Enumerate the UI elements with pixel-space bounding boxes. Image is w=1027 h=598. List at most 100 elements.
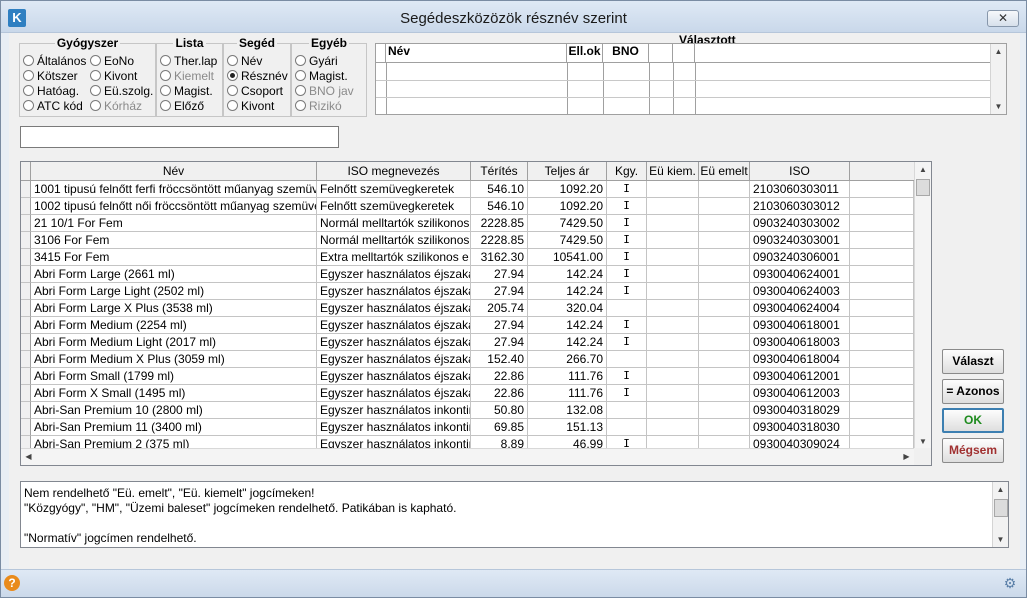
radio-indicator[interactable]: [160, 100, 171, 111]
radio-indicator-selected[interactable]: [227, 70, 238, 81]
table-row[interactable]: 1002 tipusú felnőtt női fröccsöntött műa…: [21, 198, 914, 215]
radio-indicator[interactable]: [227, 100, 238, 111]
radio-indicator[interactable]: [295, 55, 306, 66]
radio-indicator[interactable]: [23, 70, 34, 81]
column-header-blank-2[interactable]: [673, 44, 695, 62]
radio-hatoag[interactable]: Hatóag.: [23, 84, 79, 99]
row-indicator[interactable]: [21, 351, 31, 368]
row-indicator[interactable]: [21, 419, 31, 436]
scroll-up-arrow-icon[interactable]: ▲: [915, 162, 931, 177]
table-row[interactable]: Abri Form Medium Light (2017 ml) Egyszer …: [21, 334, 914, 351]
radio-indicator[interactable]: [23, 85, 34, 96]
column-header-nev[interactable]: Név: [31, 162, 317, 181]
selected-row[interactable]: [376, 97, 991, 98]
row-indicator[interactable]: [21, 266, 31, 283]
notes-vertical-scrollbar[interactable]: ▲ ▼: [992, 482, 1008, 547]
notes-box[interactable]: Nem rendelhető "Eü. emelt", "Eü. kiemelt…: [20, 481, 1009, 548]
close-button[interactable]: ✕: [987, 10, 1019, 27]
table-row[interactable]: Abri Form Medium (2254 ml) Egyszer haszná…: [21, 317, 914, 334]
scroll-left-arrow-icon[interactable]: ◀: [21, 449, 36, 464]
radio-indicator[interactable]: [160, 85, 171, 96]
search-input[interactable]: [20, 126, 339, 148]
radio-indicator[interactable]: [90, 85, 101, 96]
table-row[interactable]: Abri Form Medium X Plus (3059 ml) Egyszer…: [21, 351, 914, 368]
selected-vertical-scrollbar[interactable]: ▲ ▼: [990, 44, 1006, 114]
radio-indicator[interactable]: [227, 85, 238, 96]
radio-altalanos[interactable]: Általános: [23, 54, 86, 69]
table-row[interactable]: 3106 For Fem Normál melltartók szilikonos…: [21, 232, 914, 249]
radio-indicator[interactable]: [160, 55, 171, 66]
radio-indicator[interactable]: [23, 100, 34, 111]
scroll-down-arrow-icon[interactable]: ▼: [993, 532, 1008, 547]
table-row[interactable]: Abri Form Large X Plus (3538 ml) Egyszer …: [21, 300, 914, 317]
row-indicator[interactable]: [21, 300, 31, 317]
radio-indicator[interactable]: [90, 70, 101, 81]
azonos-button[interactable]: = Azonos: [942, 379, 1004, 404]
table-row[interactable]: 1001 tipusú felnőtt ferfi fröccsöntött m…: [21, 181, 914, 198]
radio-kotszer[interactable]: Kötszer: [23, 69, 78, 84]
grid-vertical-scrollbar[interactable]: ▲ ▼: [914, 162, 931, 449]
radio-elozo[interactable]: Előző: [160, 99, 204, 114]
scroll-up-arrow-icon[interactable]: ▲: [993, 482, 1008, 497]
title-bar[interactable]: K Segédeszközözök résznév szerint ✕: [1, 1, 1026, 33]
table-row[interactable]: Abri Form Large (2661 ml) Egyszer használ…: [21, 266, 914, 283]
column-header-blank-3[interactable]: [695, 44, 991, 62]
table-row[interactable]: Abri Form X Small (1495 ml) Egyszer haszn…: [21, 385, 914, 402]
radio-atc-kod[interactable]: ATC kód: [23, 99, 83, 114]
scrollbar-thumb[interactable]: [916, 179, 930, 196]
radio-indicator[interactable]: [23, 55, 34, 66]
results-grid[interactable]: Név ISO megnevezés Térítés Teljes ár Kgy…: [20, 161, 932, 466]
column-header-iso-megnevezes[interactable]: ISO megnevezés: [317, 162, 471, 181]
table-row[interactable]: Abri-San Premium 10 (2800 ml) Egyszer has…: [21, 402, 914, 419]
table-row[interactable]: 21 10/1 For Fem Normál melltartók sziliko…: [21, 215, 914, 232]
radio-magist-lista[interactable]: Magist.: [160, 84, 213, 99]
row-indicator[interactable]: [21, 402, 31, 419]
radio-csoport[interactable]: Csoport: [227, 84, 283, 99]
column-header-terites[interactable]: Térítés: [471, 162, 528, 181]
table-row[interactable]: 3415 For Fem Extra melltartók szilikonos …: [21, 249, 914, 266]
ok-button[interactable]: OK: [942, 408, 1004, 433]
radio-nev[interactable]: Név: [227, 54, 262, 69]
row-indicator[interactable]: [21, 232, 31, 249]
row-indicator[interactable]: [21, 368, 31, 385]
radio-resznev[interactable]: Résznév: [227, 69, 288, 84]
column-header-iso[interactable]: ISO: [750, 162, 850, 181]
grid-horizontal-scrollbar[interactable]: ◀ ▶: [21, 448, 914, 465]
column-header-eu-kiem[interactable]: Eü kiem.: [647, 162, 699, 181]
table-row[interactable]: Abri-San Premium 11 (3400 ml) Egyszer has…: [21, 419, 914, 436]
radio-kivont-seged[interactable]: Kivont: [227, 99, 274, 114]
column-header-blank-1[interactable]: [649, 44, 673, 62]
row-indicator[interactable]: [21, 317, 31, 334]
scroll-down-arrow-icon[interactable]: ▼: [991, 99, 1006, 114]
radio-indicator[interactable]: [295, 70, 306, 81]
selected-row[interactable]: [376, 80, 991, 81]
column-header-bno[interactable]: BNO: [603, 44, 649, 62]
row-indicator[interactable]: [21, 385, 31, 402]
column-header-nev[interactable]: Név: [386, 44, 567, 62]
scroll-right-arrow-icon[interactable]: ▶: [899, 449, 914, 464]
row-indicator[interactable]: [21, 334, 31, 351]
valaszt-button[interactable]: Választ: [942, 349, 1004, 374]
row-indicator[interactable]: [21, 198, 31, 215]
radio-kivont-gy[interactable]: Kivont: [90, 69, 137, 84]
radio-therlap[interactable]: Ther.lap: [160, 54, 217, 69]
table-row[interactable]: Abri Form Small (1799 ml) Egyszer használ…: [21, 368, 914, 385]
selected-items-table[interactable]: Név Ell.ok BNO ▲ ▼: [375, 43, 1007, 115]
radio-indicator[interactable]: [227, 55, 238, 66]
radio-magist-egyeb[interactable]: Magist.: [295, 69, 348, 84]
radio-eono[interactable]: EoNo: [90, 54, 134, 69]
row-indicator[interactable]: [21, 249, 31, 266]
scroll-up-arrow-icon[interactable]: ▲: [991, 44, 1006, 59]
column-header-eu-emelt[interactable]: Eü emelt: [699, 162, 750, 181]
settings-icon[interactable]: ⚙: [1002, 575, 1018, 591]
row-indicator[interactable]: [21, 181, 31, 198]
column-header-ellok[interactable]: Ell.ok: [567, 44, 603, 62]
row-indicator[interactable]: [21, 215, 31, 232]
table-row[interactable]: Abri Form Large Light (2502 ml) Egyszer h…: [21, 283, 914, 300]
row-indicator[interactable]: [21, 283, 31, 300]
megsem-button[interactable]: Mégsem: [942, 438, 1004, 463]
column-header-teljes-ar[interactable]: Teljes ár: [528, 162, 607, 181]
scroll-down-arrow-icon[interactable]: ▼: [915, 434, 931, 449]
scrollbar-thumb[interactable]: [994, 499, 1008, 517]
column-header-kgy[interactable]: Kgy.: [607, 162, 647, 181]
